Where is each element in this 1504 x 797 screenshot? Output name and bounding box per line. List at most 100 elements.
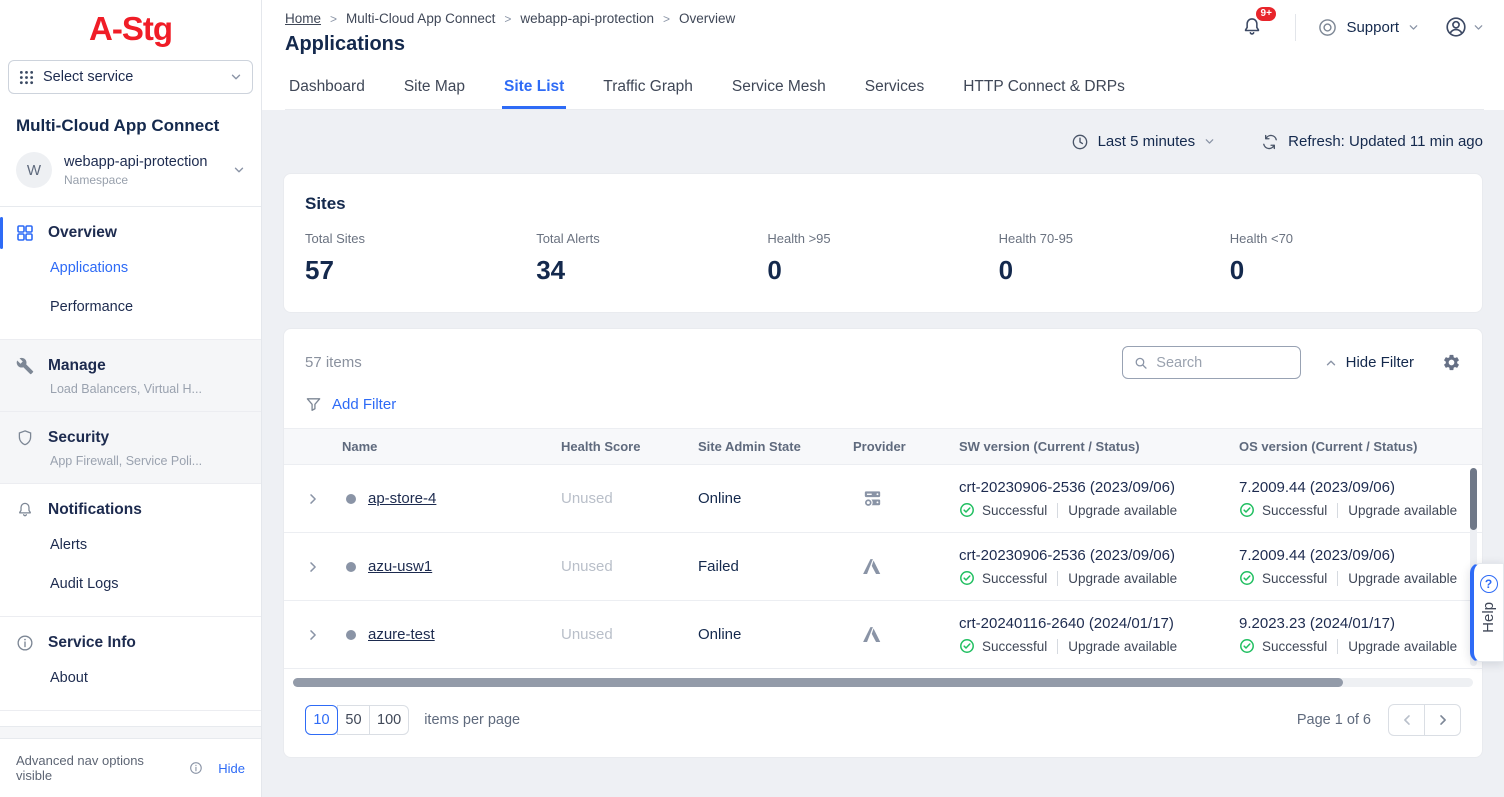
tab-service-mesh[interactable]: Service Mesh: [730, 72, 828, 109]
add-filter-button[interactable]: Add Filter: [332, 396, 396, 413]
sidebar-item-notifications[interactable]: Notifications: [0, 497, 261, 523]
chevron-right-icon: [306, 628, 320, 642]
chevron-right-icon: [1436, 713, 1450, 727]
funnel-icon: [305, 396, 322, 413]
per-page-100-button[interactable]: 100: [369, 705, 409, 735]
refresh-button[interactable]: Refresh: Updated 11 min ago: [1261, 133, 1483, 151]
table-body: ap-store-4 Unused Online crt-20230906-25…: [284, 465, 1482, 669]
stat-total-sites: Total Sites 57: [305, 231, 536, 286]
previous-page-button[interactable]: [1388, 704, 1425, 736]
vertical-scrollbar-thumb[interactable]: [1470, 468, 1477, 530]
hide-advanced-nav-link[interactable]: Hide: [218, 761, 245, 776]
sidebar-item-overview[interactable]: Overview: [0, 220, 261, 246]
success-check-icon: [959, 502, 975, 518]
column-header-health-score[interactable]: Health Score: [561, 439, 698, 454]
sidebar-item-service-info[interactable]: Service Info: [0, 630, 261, 656]
breadcrumb-multi-cloud-app-connect[interactable]: Multi-Cloud App Connect: [346, 11, 495, 26]
stat-health-70-95: Health 70-95 0: [999, 231, 1230, 286]
sidebar-item-applications[interactable]: Applications: [0, 251, 261, 285]
nav-subtitle-security: App Firewall, Service Poli...: [0, 451, 261, 468]
support-icon: [1318, 18, 1337, 37]
nav-section-service-info: Service Info About: [0, 617, 261, 711]
success-check-icon: [1239, 570, 1255, 586]
tab-site-map[interactable]: Site Map: [402, 72, 467, 109]
chevron-down-icon: [233, 164, 245, 176]
tab-services[interactable]: Services: [863, 72, 926, 109]
user-icon: [1445, 16, 1467, 38]
health-score-cell: Unused: [561, 490, 698, 507]
status-divider: [1337, 503, 1338, 518]
breadcrumb: Home > Multi-Cloud App Connect > webapp-…: [285, 8, 735, 26]
success-check-icon: [959, 638, 975, 654]
tab-traffic-graph[interactable]: Traffic Graph: [601, 72, 695, 109]
success-check-icon: [1239, 502, 1255, 518]
sidebar-item-about[interactable]: About: [0, 661, 261, 695]
row-expand-button[interactable]: [284, 560, 342, 574]
sidebar-footer-spacer: [0, 726, 261, 738]
notifications-bell-button[interactable]: 9+: [1235, 12, 1269, 42]
select-service-dropdown[interactable]: Select service: [8, 60, 253, 94]
account-menu[interactable]: [1445, 16, 1484, 38]
sw-status-label: Successful: [982, 503, 1047, 518]
sidebar-item-manage[interactable]: Manage: [0, 353, 261, 379]
column-header-name[interactable]: Name: [342, 439, 561, 454]
notification-count-badge: 9+: [1256, 7, 1276, 21]
site-admin-state-cell: Online: [698, 490, 853, 507]
stat-label: Total Sites: [305, 231, 536, 246]
stat-total-alerts: Total Alerts 34: [536, 231, 767, 286]
tab-bar: Dashboard Site Map Site List Traffic Gra…: [285, 56, 1484, 110]
advanced-nav-text: Advanced nav options visible: [16, 753, 182, 783]
status-divider: [1057, 571, 1058, 586]
sidebar-item-alerts[interactable]: Alerts: [0, 528, 261, 562]
refresh-status-label: Refresh: Updated 11 min ago: [1288, 133, 1483, 150]
support-menu[interactable]: Support: [1318, 18, 1419, 37]
column-header-sw-version[interactable]: SW version (Current / Status): [959, 439, 1239, 454]
chevron-up-icon: [1325, 357, 1337, 369]
chevron-down-icon: [1473, 22, 1484, 33]
hide-filter-button[interactable]: Hide Filter: [1325, 354, 1414, 371]
per-page-50-button[interactable]: 50: [337, 705, 370, 735]
os-version-value: 7.2009.44 (2023/09/06): [1239, 547, 1482, 564]
tab-site-list[interactable]: Site List: [502, 72, 566, 109]
tab-http-connect-drps[interactable]: HTTP Connect & DRPs: [961, 72, 1127, 109]
help-question-icon: ?: [1480, 575, 1498, 593]
breadcrumb-home[interactable]: Home: [285, 11, 321, 26]
tab-dashboard[interactable]: Dashboard: [287, 72, 367, 109]
provider-azure-icon: [861, 556, 882, 577]
next-page-button[interactable]: [1424, 704, 1461, 736]
sw-version-cell: crt-20230906-2536 (2023/09/06) Successfu…: [959, 547, 1239, 586]
stat-value: 0: [1230, 255, 1461, 286]
sw-upgrade-label: Upgrade available: [1068, 639, 1177, 654]
site-name-link[interactable]: ap-store-4: [368, 490, 436, 507]
help-tab[interactable]: ? Help: [1470, 563, 1504, 662]
breadcrumb-namespace[interactable]: webapp-api-protection: [520, 11, 654, 26]
refresh-icon: [1261, 133, 1279, 151]
site-name-link[interactable]: azure-test: [368, 626, 435, 643]
row-expand-button[interactable]: [284, 492, 342, 506]
search-input[interactable]: [1156, 355, 1288, 371]
horizontal-scrollbar-thumb[interactable]: [293, 678, 1343, 687]
breadcrumb-separator: >: [330, 12, 337, 26]
gear-icon: [1442, 353, 1461, 372]
column-header-os-version[interactable]: OS version (Current / Status): [1239, 439, 1482, 454]
site-name-link[interactable]: azu-usw1: [368, 558, 432, 575]
shield-icon: [16, 429, 34, 447]
sidebar-item-performance[interactable]: Performance: [0, 290, 261, 324]
brand-logo-text: A-Stg: [89, 10, 172, 47]
table-settings-button[interactable]: [1442, 353, 1461, 372]
site-admin-state-cell: Failed: [698, 558, 853, 575]
status-divider: [1057, 639, 1058, 654]
horizontal-scrollbar: [293, 678, 1473, 687]
per-page-10-button[interactable]: 10: [305, 705, 338, 735]
success-check-icon: [959, 570, 975, 586]
sidebar-item-audit-logs[interactable]: Audit Logs: [0, 567, 261, 601]
os-version-cell: 7.2009.44 (2023/09/06) Successful Upgrad…: [1239, 547, 1482, 586]
status-divider: [1337, 639, 1338, 654]
sidebar-item-security[interactable]: Security: [0, 425, 261, 451]
column-header-provider[interactable]: Provider: [853, 439, 959, 454]
row-expand-button[interactable]: [284, 628, 342, 642]
time-range-dropdown[interactable]: Last 5 minutes: [1071, 133, 1216, 151]
namespace-selector[interactable]: W webapp-api-protection Namespace: [0, 148, 261, 206]
column-header-site-admin-state[interactable]: Site Admin State: [698, 439, 853, 454]
os-upgrade-label: Upgrade available: [1348, 503, 1457, 518]
